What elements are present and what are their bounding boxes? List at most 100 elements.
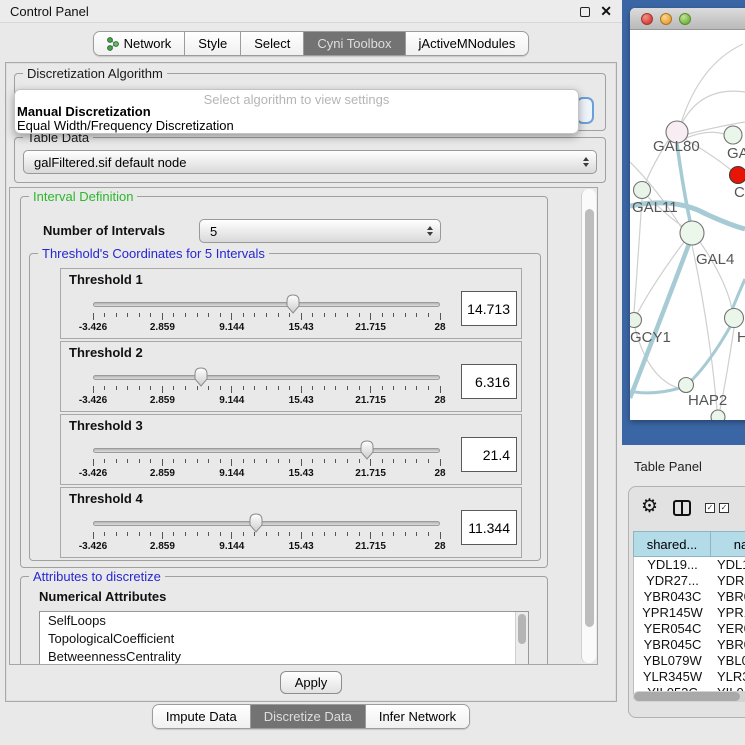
attribute-list-item[interactable]: TopologicalCoefficient (40, 630, 528, 648)
top-tab-bar: NetworkStyleSelectCyni ToolboxjActiveMNo… (0, 31, 622, 56)
tick-label: 21.715 (355, 541, 386, 552)
node-table: shared...name YDL19...YDL1YDR27...YDR2YB… (633, 531, 745, 699)
table-row[interactable]: YLR345WYLR3 (634, 669, 745, 685)
tab-discretize-data[interactable]: Discretize Data (251, 705, 366, 728)
window-zoom-button[interactable] (679, 13, 691, 25)
network-canvas[interactable]: GAL80GACGAL11GAL4GCY1HHAP2 (630, 30, 745, 420)
node-label: GAL4 (696, 251, 734, 268)
tick-label: 2.859 (150, 541, 175, 552)
network-node-red-node[interactable] (730, 167, 745, 184)
tab-impute-data[interactable]: Impute Data (153, 705, 251, 728)
slider-thumb[interactable] (285, 293, 301, 317)
attributes-list-scrollbar[interactable] (515, 612, 528, 665)
network-edge[interactable] (732, 279, 745, 310)
control-panel-titlebar: Control Panel ✕ (0, 0, 622, 23)
tab-style[interactable]: Style (185, 32, 241, 55)
checkbox-icon[interactable]: ✓ (719, 503, 729, 513)
network-node-HAP2-node[interactable] (679, 378, 694, 393)
tick-label: 21.715 (355, 322, 386, 333)
settings-scroll-area: Interval Definition Number of Intervals … (9, 187, 598, 665)
window-close-button[interactable] (641, 13, 653, 25)
table-row[interactable]: YPR145WYPR1 (634, 605, 745, 621)
slider-track[interactable] (93, 448, 440, 453)
network-edge[interactable] (692, 245, 717, 410)
tab-cyni-toolbox[interactable]: Cyni Toolbox (304, 32, 405, 55)
network-window-titlebar[interactable] (630, 8, 745, 30)
network-window[interactable]: GAL80GACGAL11GAL4GCY1HHAP2 (630, 8, 745, 420)
table-h-scrollbar[interactable] (633, 691, 745, 702)
attributes-list-scroll-thumb[interactable] (518, 614, 526, 644)
dropdown-option[interactable]: Manual Discretization (15, 105, 578, 119)
slider-track[interactable] (93, 375, 440, 380)
tick-label: 15.43 (289, 541, 314, 552)
column-header[interactable]: name (710, 531, 745, 557)
table-row[interactable]: YBR043CYBR0 (634, 589, 745, 605)
threshold-slider[interactable]: -3.4262.8599.14415.4321.71528 (69, 437, 449, 483)
attribute-list-item[interactable]: BetweennessCentrality (40, 648, 528, 665)
threshold-slider[interactable]: -3.4262.8599.14415.4321.71528 (69, 510, 449, 556)
node-label: GCY1 (630, 329, 671, 346)
node-label: HAP2 (688, 392, 727, 409)
settings-scrollbar[interactable] (581, 189, 596, 663)
threshold-slider[interactable]: -3.4262.8599.14415.4321.71528 (69, 291, 449, 337)
slider-track[interactable] (93, 521, 440, 526)
table-panel-title: Table Panel (634, 459, 702, 474)
column-header[interactable]: shared... (633, 531, 710, 557)
dropdown-option[interactable]: Equal Width/Frequency Discretization (15, 119, 578, 133)
network-node-node-top-right[interactable] (724, 126, 742, 144)
checkbox-icon[interactable]: ✓ (705, 503, 715, 513)
split-view-icon[interactable] (673, 500, 691, 516)
gear-icon[interactable]: ⚙ (641, 496, 658, 518)
tick-label: 21.715 (355, 468, 386, 479)
slider-track[interactable] (93, 302, 440, 307)
number-of-intervals-combo[interactable]: 5 (199, 219, 441, 243)
threshold-panel: Threshold 4-3.4262.8599.14415.4321.71528… (60, 487, 522, 558)
app-root: Control Panel ✕ NetworkStyleSelectCyni T… (0, 0, 745, 745)
network-node-node-bottom[interactable] (711, 410, 725, 420)
threshold-panel: Threshold 3-3.4262.8599.14415.4321.71528… (60, 414, 522, 485)
window-minimize-button[interactable] (660, 13, 672, 25)
numerical-attributes-label: Numerical Attributes (39, 589, 166, 604)
table-data-combo[interactable]: galFiltered.sif default node (23, 150, 597, 174)
tick-label: 15.43 (289, 468, 314, 479)
number-of-intervals-value: 5 (200, 224, 424, 239)
network-node-GAL4-node[interactable] (680, 221, 704, 245)
table-row[interactable]: YBL079WYBL0 (634, 653, 745, 669)
tab-jactivemnodules[interactable]: jActiveMNodules (406, 32, 529, 55)
slider-thumb[interactable] (193, 366, 209, 390)
table-row[interactable]: YBR045CYBR0 (634, 637, 745, 653)
tick-label: 28 (434, 395, 445, 406)
control-panel: Control Panel ✕ NetworkStyleSelectCyni T… (0, 0, 622, 745)
float-panel-icon[interactable] (580, 7, 590, 17)
tick-label: 28 (434, 322, 445, 333)
network-edge[interactable] (677, 144, 690, 221)
threshold-value-field[interactable]: 21.4 (461, 437, 517, 472)
network-node-node-right-mid[interactable] (725, 309, 744, 328)
close-panel-icon[interactable]: ✕ (600, 3, 612, 20)
threshold-panel: Threshold 2-3.4262.8599.14415.4321.71528… (60, 341, 522, 412)
table-h-scroll-thumb[interactable] (634, 692, 740, 701)
algorithm-group-title: Discretization Algorithm (23, 66, 167, 81)
node-label: C (734, 184, 745, 201)
threshold-value-field[interactable]: 6.316 (461, 364, 517, 399)
table-row[interactable]: YDL19...YDL1 (634, 557, 745, 573)
apply-button[interactable]: Apply (280, 671, 342, 694)
tab-network[interactable]: Network (94, 32, 186, 55)
table-row[interactable]: YDR27...YDR2 (634, 573, 745, 589)
table-row[interactable]: YER054CYER0 (634, 621, 745, 637)
combo-spinner-icon (424, 226, 440, 236)
node-label: GAL11 (632, 199, 678, 216)
tab-select[interactable]: Select (241, 32, 304, 55)
network-edge[interactable] (630, 388, 680, 393)
threshold-value-field[interactable]: 14.713 (461, 291, 517, 326)
network-node-GCY1-node[interactable] (630, 313, 642, 328)
settings-scroll-thumb[interactable] (585, 209, 594, 627)
slider-thumb[interactable] (359, 439, 375, 463)
slider-thumb[interactable] (248, 512, 264, 536)
threshold-slider[interactable]: -3.4262.8599.14415.4321.71528 (69, 364, 449, 410)
tab-infer-network[interactable]: Infer Network (366, 705, 469, 728)
attribute-list-item[interactable]: SelfLoops (40, 612, 528, 630)
threshold-value-field[interactable]: 11.344 (461, 510, 517, 545)
numerical-attributes-list[interactable]: SelfLoopsTopologicalCoefficientBetweenne… (39, 611, 529, 665)
network-node-GAL11-node[interactable] (634, 182, 651, 199)
